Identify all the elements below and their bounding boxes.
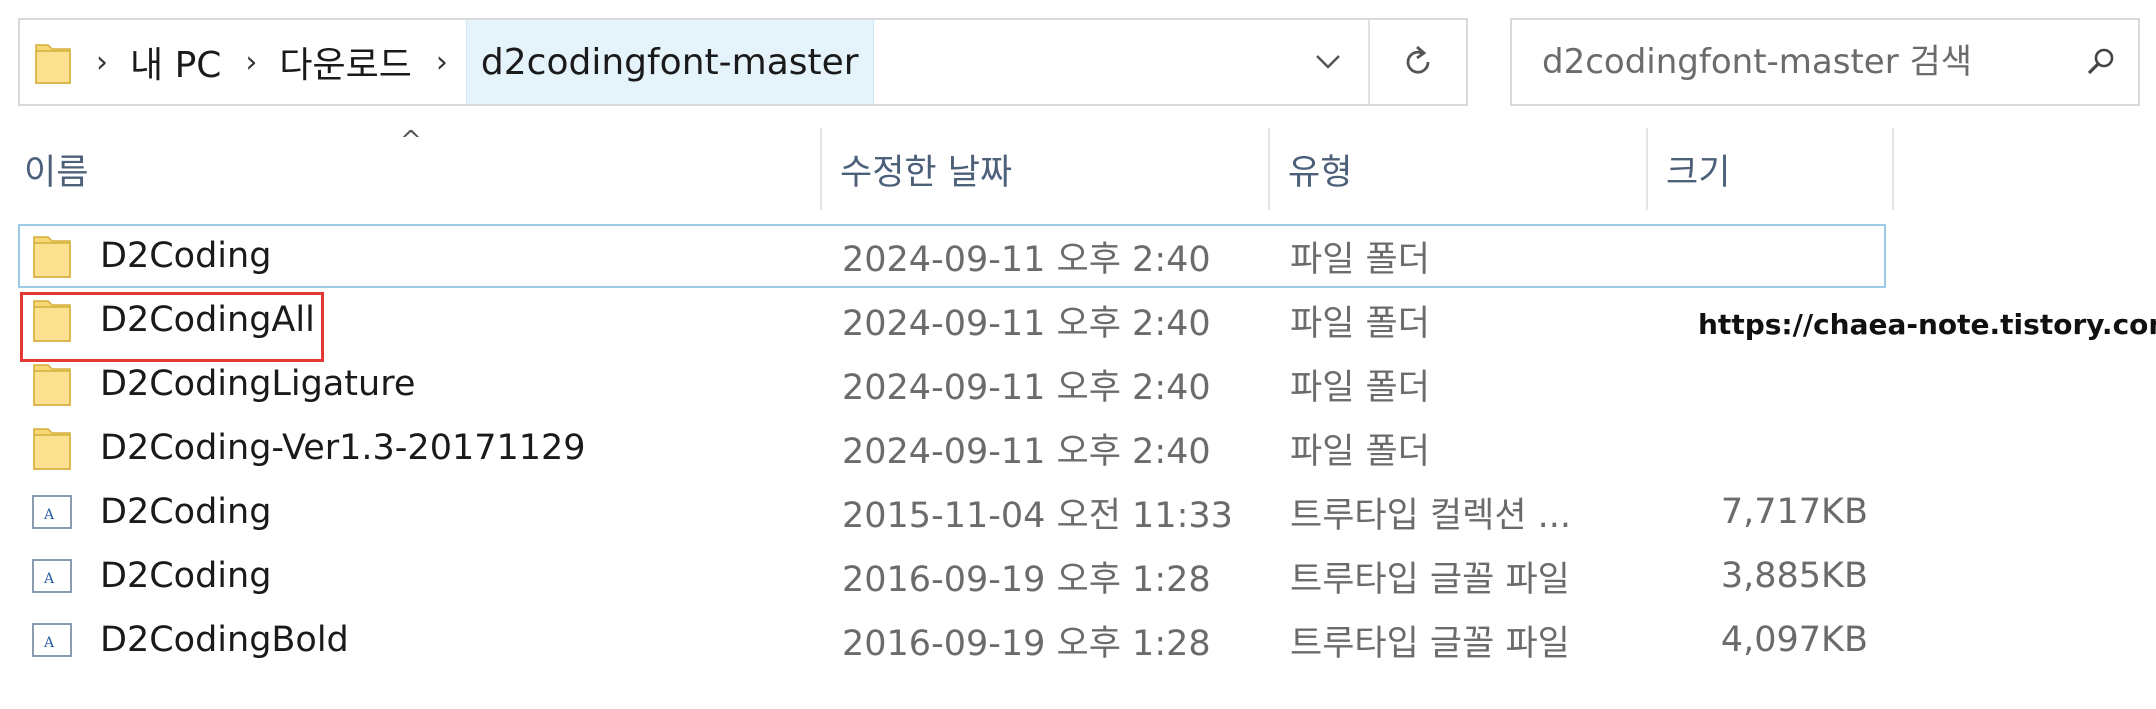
search-icon	[2087, 48, 2114, 75]
file-name: D2CodingLigature	[100, 364, 416, 404]
list-item[interactable]: A D2Coding 2015-11-04 오전 11:33 트루타입 컬렉션 …	[18, 480, 1886, 544]
highlight-annotation-box	[20, 292, 324, 362]
breadcrumb-this-pc[interactable]: 내 PC	[130, 36, 221, 88]
search-button[interactable]	[2064, 47, 2138, 77]
breadcrumb-separator[interactable]: ›	[245, 45, 257, 80]
refresh-button[interactable]	[1368, 20, 1466, 104]
file-date: 2024-09-11 오후 2:40	[842, 367, 1211, 408]
breadcrumb-current-folder[interactable]: d2codingfont-master	[465, 20, 874, 104]
breadcrumb-separator[interactable]: ›	[436, 45, 448, 80]
file-date: 2024-09-11 오후 2:40	[842, 431, 1211, 472]
svg-text:A: A	[43, 571, 55, 587]
breadcrumb: › 내 PC › 다운로드 › d2codingfont-master	[20, 20, 1288, 104]
chevron-down-icon	[1316, 55, 1340, 69]
column-header-name[interactable]: 이름	[0, 128, 822, 210]
file-name: D2CodingBold	[100, 620, 349, 660]
font-file-icon: A	[28, 492, 76, 532]
file-date: 2024-09-11 오후 2:40	[842, 303, 1211, 344]
breadcrumb-separator: ›	[96, 44, 108, 80]
list-item[interactable]: D2Coding-Ver1.3-20171129 2024-09-11 오후 2…	[18, 416, 1886, 480]
address-bar[interactable]: › 내 PC › 다운로드 › d2codingfont-master	[18, 18, 1468, 106]
column-header-type[interactable]: 유형	[1270, 128, 1648, 210]
font-file-icon: A	[28, 556, 76, 596]
font-file-icon: A	[28, 620, 76, 660]
list-item[interactable]: A D2Coding 2016-09-19 오후 1:28 트루타입 글꼴 파일…	[18, 544, 1886, 608]
column-headers: 이름 수정한 날짜 유형 크기	[0, 128, 1900, 210]
column-header-date[interactable]: 수정한 날짜	[822, 128, 1270, 210]
file-type: 트루타입 글꼴 파일	[1290, 559, 1570, 600]
file-type: 파일 폴더	[1290, 431, 1430, 472]
svg-text:A: A	[43, 635, 55, 651]
folder-icon	[28, 233, 76, 279]
file-type: 파일 폴더	[1290, 239, 1430, 280]
address-history-dropdown[interactable]	[1288, 20, 1368, 104]
file-name: D2Coding	[100, 236, 272, 276]
folder-icon	[34, 39, 72, 85]
folder-icon	[28, 425, 76, 471]
file-type: 트루타입 컬렉션 ...	[1290, 495, 1572, 536]
watermark-url: https://chaea-note.tistory.com/	[1698, 308, 2156, 341]
file-date: 2015-11-04 오전 11:33	[842, 495, 1233, 536]
column-header-size[interactable]: 크기	[1648, 128, 1894, 210]
file-name: D2Coding	[100, 492, 272, 532]
file-size	[1584, 418, 1884, 478]
breadcrumb-downloads[interactable]: 다운로드	[279, 36, 411, 88]
file-date: 2016-09-19 오후 1:28	[842, 559, 1211, 600]
file-name: D2Coding	[100, 556, 272, 596]
refresh-icon	[1406, 45, 1430, 74]
file-type: 파일 폴더	[1290, 367, 1430, 408]
file-size	[1584, 226, 1884, 286]
file-size	[1584, 354, 1884, 414]
file-date: 2024-09-11 오후 2:40	[842, 239, 1211, 280]
search-box[interactable]	[1510, 18, 2140, 106]
search-input[interactable]	[1512, 41, 2064, 83]
file-size: 3,885KB	[1720, 556, 1868, 596]
list-item[interactable]: D2Coding 2024-09-11 오후 2:40 파일 폴더	[18, 224, 1886, 288]
folder-icon	[28, 361, 76, 407]
file-name: D2Coding-Ver1.3-20171129	[100, 428, 586, 468]
list-item[interactable]: A D2CodingBold 2016-09-19 오후 1:28 트루타입 글…	[18, 608, 1886, 672]
file-type: 트루타입 글꼴 파일	[1290, 623, 1570, 664]
svg-text:A: A	[43, 507, 55, 523]
file-type: 파일 폴더	[1290, 303, 1430, 344]
file-date: 2016-09-19 오후 1:28	[842, 623, 1211, 664]
file-size: 7,717KB	[1720, 492, 1868, 532]
file-size: 4,097KB	[1720, 620, 1868, 660]
